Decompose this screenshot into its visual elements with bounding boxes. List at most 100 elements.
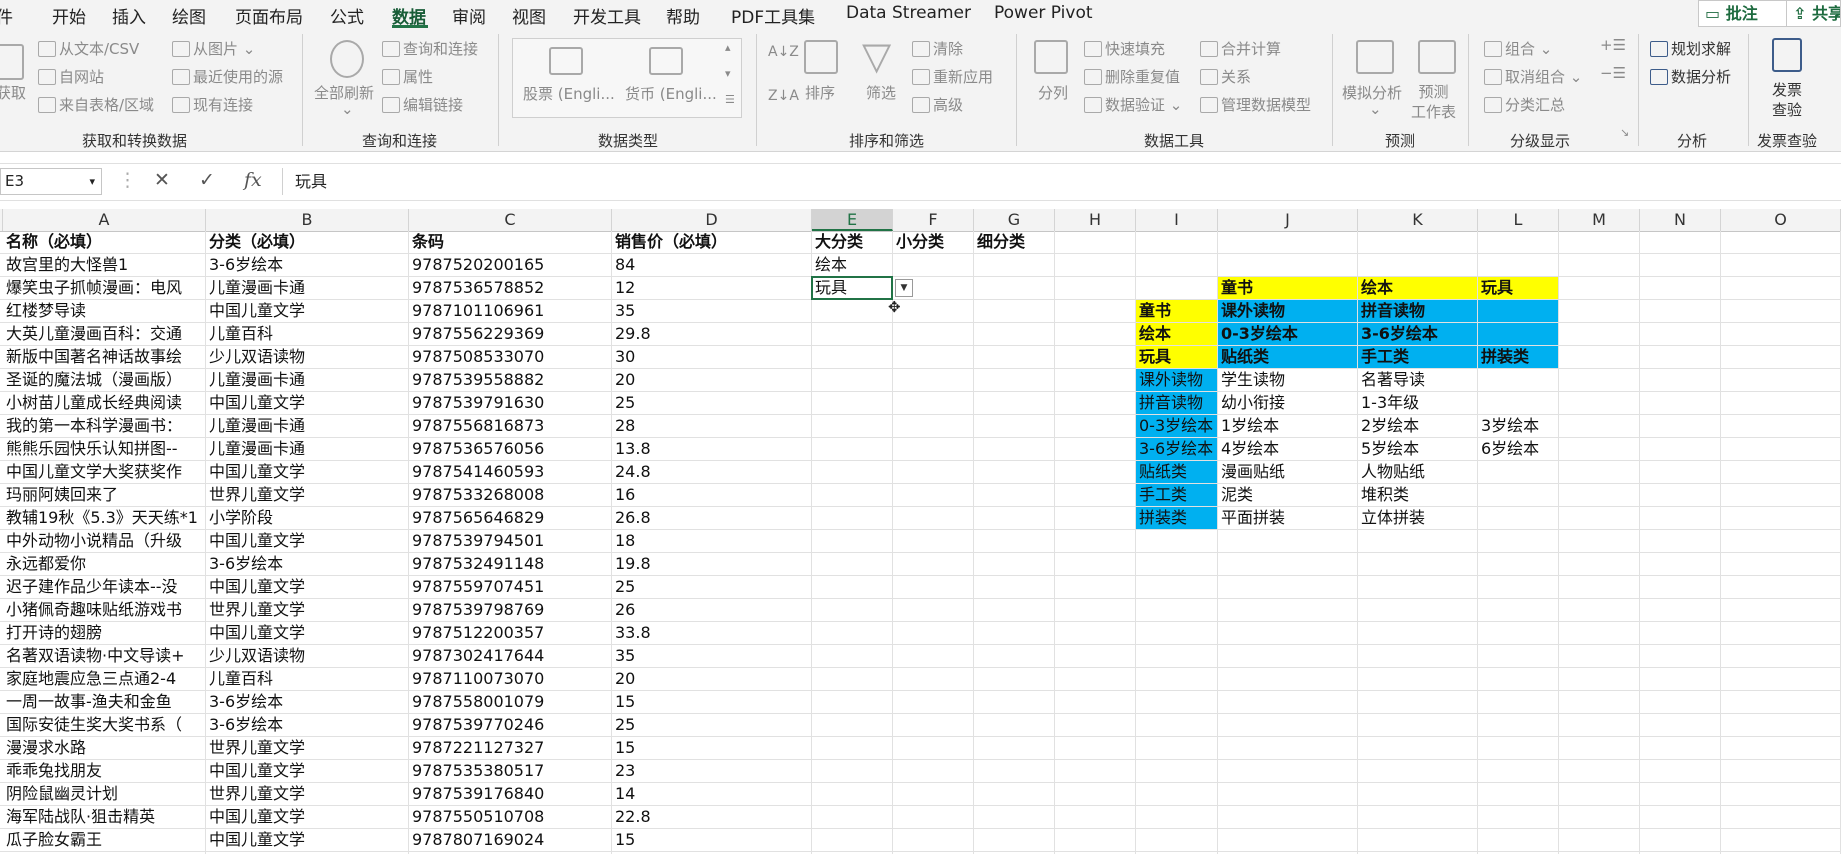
menu-tab-0[interactable]: 件 <box>0 3 13 28</box>
edit-links-button[interactable]: 编辑链接 <box>382 94 463 115</box>
data-cell[interactable]: 9787539794501 <box>409 530 611 552</box>
column-header-f[interactable]: F <box>893 209 974 231</box>
data-cell[interactable]: 中国儿童文学 <box>206 622 408 644</box>
lookup-sub-value[interactable]: 名著导读 <box>1358 369 1477 391</box>
data-cell[interactable]: 我的第一本科学漫画书： <box>3 415 205 437</box>
data-cell[interactable]: 世界儿童文学 <box>206 737 408 759</box>
data-cell[interactable]: 阴险鼠幽灵计划 <box>3 783 205 805</box>
clear-button[interactable]: 清除 <box>912 38 963 59</box>
menu-tab-2[interactable]: 插入 <box>112 3 146 28</box>
from-table-button[interactable]: 来自表格/区域 <box>38 94 154 115</box>
lookup-sub-label[interactable]: 拼装类 <box>1136 507 1217 529</box>
sort-asc-icon[interactable]: A↓Z <box>768 44 799 60</box>
manage-data-model-button[interactable]: 管理数据模型 <box>1200 94 1311 115</box>
data-cell[interactable]: 儿童百科 <box>206 323 408 345</box>
group-button[interactable]: 组合 ⌄ <box>1484 38 1552 59</box>
lookup-sub-value[interactable]: 堆积类 <box>1358 484 1477 506</box>
data-types-gallery[interactable]: 股票 (Engli... 货币 (Engli... ▴ ▾ ☰ <box>512 38 742 118</box>
data-cell[interactable]: 3-6岁绘本 <box>206 553 408 575</box>
lookup-sub-label[interactable]: 3-6岁绘本 <box>1136 438 1217 460</box>
lookup-sub-value[interactable]: 1岁绘本 <box>1218 415 1357 437</box>
data-cell[interactable]: 瓜子脸女霸王 <box>3 829 205 851</box>
data-cell[interactable]: 家庭地震应急三点通2-4 <box>3 668 205 690</box>
data-cell[interactable]: 9787536576056 <box>409 438 611 460</box>
data-cell[interactable]: 小猪佩奇趣味贴纸游戏书 <box>3 599 205 621</box>
data-cell[interactable]: 永远都爱你 <box>3 553 205 575</box>
data-cell[interactable]: 9787559707451 <box>409 576 611 598</box>
data-cell[interactable]: 大英儿童漫画百科：交通 <box>3 323 205 345</box>
data-cell[interactable]: 3-6岁绘本 <box>206 691 408 713</box>
data-cell[interactable]: 中国儿童文学 <box>206 530 408 552</box>
header-cell-g[interactable]: 细分类 <box>974 231 1054 253</box>
data-cell[interactable]: 熊熊乐园快乐认知拼图-- <box>3 438 205 460</box>
data-cell[interactable]: 26 <box>612 599 811 621</box>
recent-sources-button[interactable]: 最近使用的源 <box>172 66 283 87</box>
data-cell[interactable]: 18 <box>612 530 811 552</box>
lookup-side-value[interactable]: 手工类 <box>1358 346 1477 368</box>
column-header-a[interactable]: A <box>3 209 206 231</box>
header-cell-f[interactable]: 小分类 <box>893 231 973 253</box>
data-cell[interactable]: 19.8 <box>612 553 811 575</box>
data-cell[interactable]: 22.8 <box>612 806 811 828</box>
remove-duplicates-button[interactable]: 删除重复值 <box>1084 66 1180 87</box>
data-cell[interactable]: 9787539770246 <box>409 714 611 736</box>
data-cell[interactable]: 9787532491148 <box>409 553 611 575</box>
lookup-side-label[interactable]: 玩具 <box>1136 346 1217 368</box>
queries-connections-button[interactable]: 查询和连接 <box>382 38 478 59</box>
data-cell[interactable]: 9787110073070 <box>409 668 611 690</box>
lookup-sub-value[interactable]: 平面拼装 <box>1218 507 1357 529</box>
data-cell[interactable]: 少儿双语读物 <box>206 645 408 667</box>
column-header-h[interactable]: H <box>1055 209 1136 231</box>
flash-fill-button[interactable]: 快速填充 <box>1084 38 1165 59</box>
data-cell[interactable]: 中国儿童文学 <box>206 576 408 598</box>
properties-button[interactable]: 属性 <box>382 66 433 87</box>
data-cell[interactable]: 84 <box>612 254 811 276</box>
lookup-sub-value[interactable]: 漫画贴纸 <box>1218 461 1357 483</box>
from-text-button[interactable]: 从文本/CSV <box>38 38 139 59</box>
data-cell[interactable]: 24.8 <box>612 461 811 483</box>
menu-tab-13[interactable]: Power Pivot <box>994 3 1093 23</box>
data-cell[interactable]: 25 <box>612 392 811 414</box>
data-cell[interactable]: 9787101106961 <box>409 300 611 322</box>
data-cell[interactable]: 35 <box>612 645 811 667</box>
data-cell[interactable]: 28 <box>612 415 811 437</box>
gallery-up-icon[interactable]: ▴ <box>725 41 731 54</box>
consolidate-button[interactable]: 合并计算 <box>1200 38 1281 59</box>
data-cell[interactable]: 儿童百科 <box>206 668 408 690</box>
column-header-i[interactable]: I <box>1136 209 1218 231</box>
data-cell[interactable]: 9787520200165 <box>409 254 611 276</box>
data-cell[interactable]: 20 <box>612 668 811 690</box>
data-cell[interactable]: 中国儿童文学 <box>206 392 408 414</box>
lookup-header-cell[interactable]: 童书 <box>1218 277 1357 299</box>
data-cell[interactable]: 9787221127327 <box>409 737 611 759</box>
currency-type[interactable]: 货币 (Engli... <box>625 83 717 104</box>
menu-tab-8[interactable]: 视图 <box>512 3 546 28</box>
data-cell[interactable]: 9787807169024 <box>409 829 611 851</box>
data-cell[interactable]: 9787539176840 <box>409 783 611 805</box>
data-cell[interactable]: 15 <box>612 691 811 713</box>
lookup-sub-value[interactable]: 5岁绘本 <box>1358 438 1477 460</box>
menu-tab-9[interactable]: 开发工具 <box>573 3 641 28</box>
what-if-dropdown-icon[interactable]: ⌄ <box>1369 100 1382 118</box>
data-cell[interactable]: 25 <box>612 576 811 598</box>
data-cell[interactable]: 9787536578852 <box>409 277 611 299</box>
column-header-k[interactable]: K <box>1358 209 1478 231</box>
formula-input[interactable]: 玩具 <box>282 168 1841 195</box>
data-cell[interactable]: 中国儿童文学大奖获奖作 <box>3 461 205 483</box>
column-header-g[interactable]: G <box>974 209 1055 231</box>
data-cell[interactable]: 中国儿童文学 <box>206 806 408 828</box>
header-cell-d[interactable]: 销售价（必填） <box>612 231 811 253</box>
reapply-button[interactable]: 重新应用 <box>912 66 993 87</box>
data-cell[interactable]: 25 <box>612 714 811 736</box>
data-cell[interactable]: 儿童漫画卡通 <box>206 438 408 460</box>
column-header-e[interactable]: E <box>812 209 893 231</box>
insert-function-icon[interactable]: fx <box>244 169 262 191</box>
lookup-sub-value[interactable]: 4岁绘本 <box>1218 438 1357 460</box>
header-cell-c[interactable]: 条码 <box>409 231 611 253</box>
header-cell-e[interactable]: 大分类 <box>812 231 892 253</box>
data-cell[interactable]: 33.8 <box>612 622 811 644</box>
data-cell[interactable]: 9787302417644 <box>409 645 611 667</box>
data-cell[interactable]: 15 <box>612 737 811 759</box>
data-cell[interactable]: 一周一故事-渔夫和金鱼 <box>3 691 205 713</box>
data-cell[interactable]: 14 <box>612 783 811 805</box>
